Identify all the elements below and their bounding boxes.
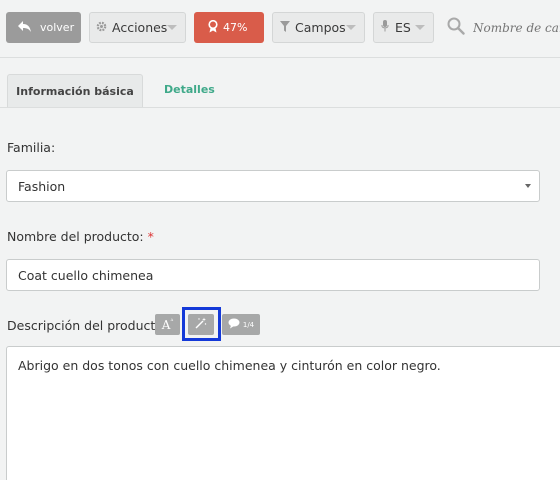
description-value: Abrigo en dos tonos con cuello chimenea … [18,358,441,373]
comment-icon [228,318,242,332]
gear-icon [96,21,107,35]
language-dropdown[interactable]: ES [373,12,434,43]
font-size-superscript-icon: ᴬ [170,318,174,325]
product-name-field[interactable]: Coat cuello chimenea [6,259,540,291]
language-label: ES [395,20,411,35]
product-name-label: Nombre del producto: * [7,229,154,244]
fields-dropdown[interactable]: Campos [272,12,365,43]
back-button-label: volver [40,21,75,34]
actions-label: Acciones [112,20,168,35]
highlight-box [182,307,221,341]
tab-bar-divider [0,107,560,108]
completeness-score-button[interactable]: 47% [194,12,264,43]
chevron-down-icon [167,25,178,30]
search-input[interactable] [473,21,560,35]
back-button[interactable]: volver [6,12,81,43]
award-icon [208,19,218,36]
arrow-back-icon [18,20,31,35]
actions-dropdown[interactable]: Acciones [89,12,186,43]
filter-icon [280,20,290,35]
toolbar: volver Acciones 47% Campos ES [0,0,560,58]
field-search [447,14,560,42]
family-select[interactable]: Fashion [6,170,540,202]
font-format-button[interactable]: Aᴬ [155,314,180,335]
chevron-down-icon [525,184,531,188]
toolbar-divider [0,57,560,58]
microphone-icon [381,20,389,35]
description-label: Descripción del producto: [7,318,168,333]
chevron-down-icon [415,25,425,30]
comment-count: 1/4 [242,320,255,329]
required-mark: * [147,229,154,244]
chevron-down-icon [346,25,356,30]
search-icon [447,17,465,39]
product-name-label-text: Nombre del producto: [7,229,144,244]
description-textarea[interactable]: Abrigo en dos tonos con cuello chimenea … [6,346,560,480]
family-label: Familia: [7,140,56,155]
product-name-value: Coat cuello chimenea [18,267,154,283]
tab-details[interactable]: Detalles [164,83,215,96]
comments-button[interactable]: 1/4 [222,314,260,335]
tab-basic-information[interactable]: Información básica [7,74,143,108]
score-label: 47% [223,21,248,34]
fields-label: Campos [295,20,346,35]
family-value: Fashion [18,178,66,194]
